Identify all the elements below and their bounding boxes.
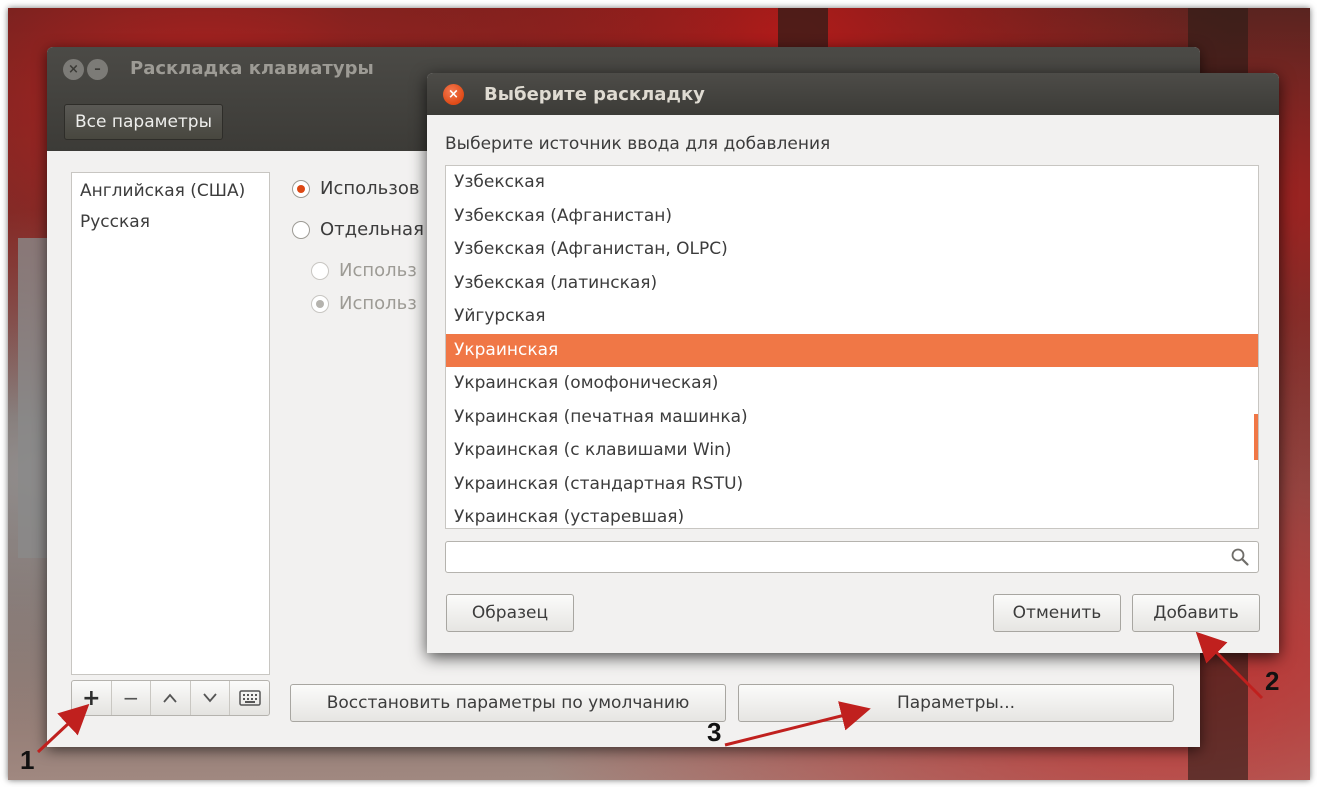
chevron-up-icon	[163, 693, 178, 703]
list-item-selected[interactable]: Украинская	[446, 333, 1258, 367]
search-icon	[1231, 548, 1249, 566]
close-icon[interactable]: ×	[63, 59, 84, 80]
cancel-button[interactable]: Отменить	[993, 594, 1121, 632]
input-source-list[interactable]: Узбекская Узбекская (Афганистан) Узбекск…	[445, 165, 1259, 529]
restore-defaults-button[interactable]: Восстановить параметры по умолчанию	[290, 684, 726, 722]
sample-button[interactable]: Образец	[446, 594, 574, 632]
option-radio[interactable]: Отдельная	[292, 219, 424, 240]
list-item[interactable]: Узбекская	[446, 166, 1258, 200]
all-settings-button[interactable]: Все параметры	[64, 104, 224, 140]
chevron-down-icon	[203, 693, 217, 703]
list-item[interactable]: Украинская (омофоническая)	[446, 367, 1258, 401]
list-item[interactable]: Узбекская (Афганистан, OLPC)	[446, 233, 1258, 267]
list-item[interactable]: Узбекская (латинская)	[446, 267, 1258, 301]
option-label: Использов	[320, 178, 420, 199]
option-label: Отдельная	[320, 219, 424, 240]
list-item[interactable]: Английская (США)	[72, 173, 269, 204]
dialog-title: Выберите раскладку	[484, 84, 705, 105]
list-item[interactable]: Украинская (стандартная RSTU)	[446, 468, 1258, 502]
list-item[interactable]: Русская	[72, 204, 269, 235]
list-item[interactable]: Узбекская (Афганистан)	[446, 200, 1258, 234]
remove-layout-button[interactable]: −	[112, 681, 152, 715]
option-radio: Использ	[311, 260, 417, 281]
radio-icon	[292, 220, 310, 239]
list-item[interactable]: Украинская (с клавишами Win)	[446, 434, 1258, 468]
annotation-label-3: 3	[707, 717, 722, 747]
annotation-label-2: 2	[1265, 666, 1280, 696]
choose-layout-dialog: × Выберите раскладку Выберите источник в…	[427, 73, 1279, 653]
radio-icon	[311, 294, 329, 313]
search-input[interactable]	[445, 541, 1259, 573]
layout-list-toolbar: + −	[71, 680, 270, 716]
options-button[interactable]: Параметры...	[738, 684, 1174, 722]
dialog-titlebar: × Выберите раскладку	[427, 73, 1279, 115]
move-up-button[interactable]	[151, 681, 191, 715]
close-icon[interactable]: ×	[443, 84, 464, 105]
option-radio: Использ	[311, 293, 417, 314]
add-layout-button[interactable]: +	[72, 681, 112, 715]
list-item[interactable]: Украинская (устаревшая)	[446, 501, 1258, 528]
window-title: Раскладка клавиатуры	[130, 58, 374, 79]
option-label: Использ	[339, 293, 417, 314]
minimize-icon[interactable]: –	[87, 59, 108, 80]
scrollbar-thumb[interactable]	[1254, 414, 1258, 460]
list-item[interactable]: Украинская (печатная машинка)	[446, 401, 1258, 435]
radio-icon	[292, 179, 310, 198]
show-layout-button[interactable]	[230, 681, 269, 715]
keyboard-icon	[238, 690, 261, 706]
option-label: Использ	[339, 260, 417, 281]
radio-icon	[311, 261, 329, 280]
option-radio[interactable]: Использов	[292, 178, 419, 199]
list-item[interactable]: Уйгурская	[446, 300, 1258, 334]
move-down-button[interactable]	[191, 681, 231, 715]
annotation-label-1: 1	[20, 745, 35, 775]
layout-list[interactable]: Английская (США) Русская	[71, 172, 270, 675]
wallpaper-fence	[18, 238, 48, 558]
dialog-prompt: Выберите источник ввода для добавления	[445, 134, 831, 154]
add-button[interactable]: Добавить	[1132, 594, 1260, 632]
